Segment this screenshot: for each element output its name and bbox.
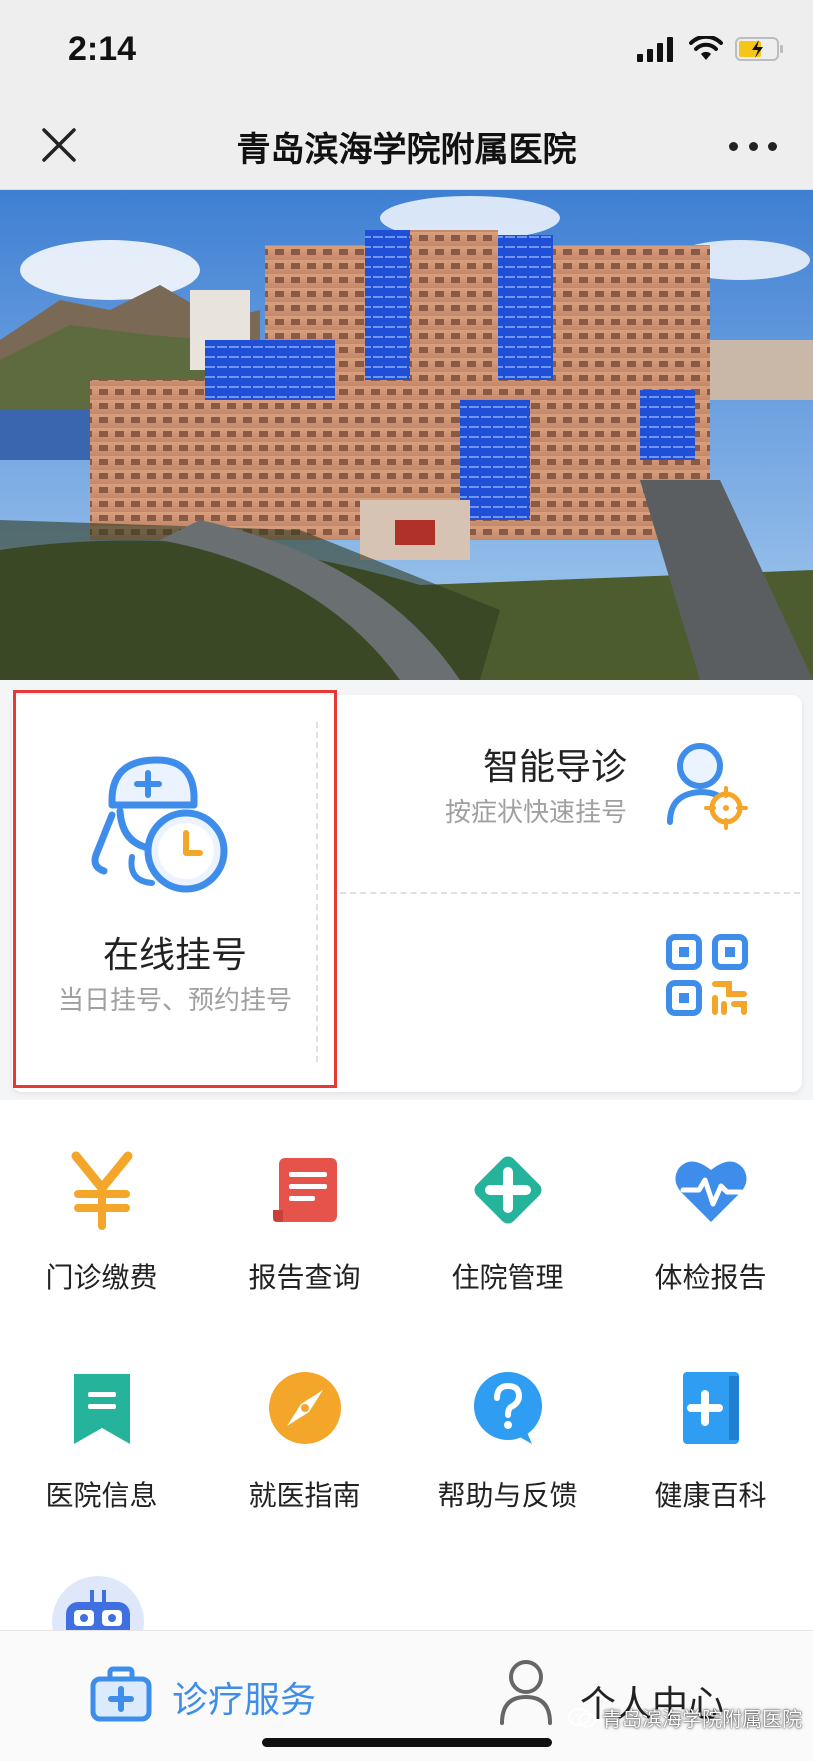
home-indicator[interactable] bbox=[262, 1738, 552, 1747]
grid-item-label: 健康百科 bbox=[654, 1479, 767, 1512]
question-icon bbox=[473, 1372, 542, 1444]
bookmark-icon bbox=[73, 1374, 130, 1444]
grid-item-medical-guide[interactable]: 就医指南 bbox=[203, 1368, 406, 1514]
qr-code-icon[interactable] bbox=[666, 934, 748, 1016]
grid-item-label: 报告查询 bbox=[248, 1261, 361, 1294]
compass-icon bbox=[268, 1372, 341, 1444]
medical-cross-icon bbox=[474, 1156, 541, 1224]
grid-item-label: 就医指南 bbox=[248, 1479, 361, 1512]
grid-item-physical-exam-report[interactable]: 体检报告 bbox=[609, 1150, 812, 1296]
status-bar: 2:14 bbox=[0, 0, 813, 100]
status-icons bbox=[637, 32, 785, 66]
heart-pulse-icon bbox=[674, 1161, 747, 1222]
grid-item-label: 医院信息 bbox=[45, 1479, 158, 1512]
wechat-icon bbox=[568, 1707, 596, 1727]
battery-icon bbox=[735, 37, 783, 61]
grid-item-inpatient-management[interactable]: 住院管理 bbox=[406, 1150, 609, 1296]
online-registration-button[interactable] bbox=[13, 690, 337, 1088]
grid-item-label: 体检报告 bbox=[654, 1261, 767, 1294]
watermark-text: 青岛滨海学院附属医院 bbox=[602, 1707, 802, 1731]
status-time: 2:14 bbox=[68, 30, 137, 68]
report-icon bbox=[272, 1158, 337, 1222]
grid-item-label: 门诊缴费 bbox=[45, 1261, 158, 1294]
yuan-icon bbox=[71, 1151, 132, 1230]
grid-item-label: 帮助与反馈 bbox=[437, 1479, 578, 1512]
medical-kit-icon[interactable] bbox=[90, 1665, 152, 1723]
grid-item-label: 住院管理 bbox=[451, 1261, 564, 1294]
grid-item-hospital-info[interactable]: 医院信息 bbox=[0, 1368, 203, 1514]
grid-item-help-feedback[interactable]: 帮助与反馈 bbox=[406, 1368, 609, 1514]
hospital-banner-image bbox=[0, 190, 813, 680]
robot-assistant-icon[interactable] bbox=[50, 1574, 146, 1634]
wechat-watermark: 青岛滨海学院附属医院 bbox=[568, 1703, 802, 1732]
user-icon[interactable] bbox=[498, 1657, 554, 1727]
nav-bar: 青岛滨海学院附属医院 bbox=[0, 100, 813, 190]
signal-icon bbox=[637, 37, 673, 62]
grid-item-health-encyclopedia[interactable]: 健康百科 bbox=[609, 1368, 812, 1514]
smart-triage-title[interactable]: 智能导诊 bbox=[483, 738, 627, 790]
hospital-building-illustration bbox=[0, 190, 813, 680]
tab-service[interactable]: 诊疗服务 bbox=[172, 1671, 316, 1723]
page-title: 青岛滨海学院附属医院 bbox=[236, 130, 577, 170]
book-plus-icon bbox=[682, 1372, 739, 1444]
wifi-icon bbox=[689, 36, 723, 60]
person-target-icon[interactable] bbox=[662, 740, 752, 830]
smart-triage-subtitle: 按症状快速挂号 bbox=[444, 798, 627, 828]
grid-item-outpatient-payment[interactable]: 门诊缴费 bbox=[0, 1150, 203, 1296]
grid-item-report-query[interactable]: 报告查询 bbox=[203, 1150, 406, 1296]
feature-divider-horizontal bbox=[340, 892, 800, 894]
more-menu-icon[interactable] bbox=[729, 126, 777, 166]
